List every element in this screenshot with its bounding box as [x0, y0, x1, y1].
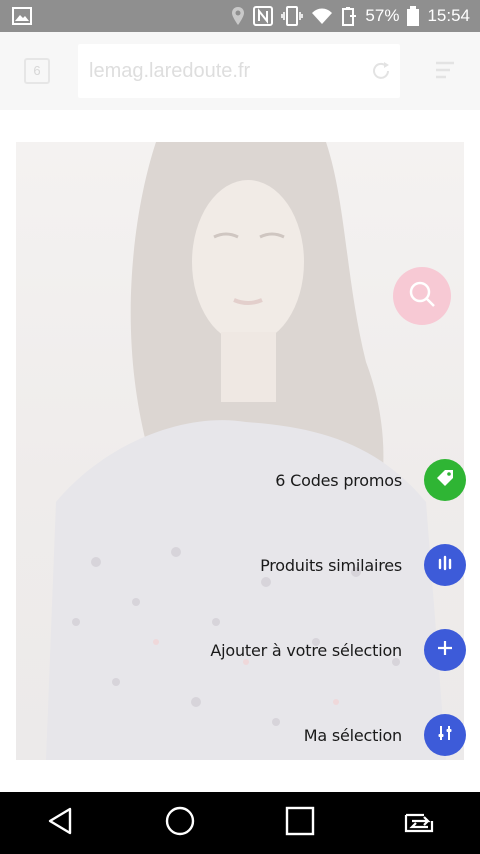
promo-codes-label: 6 Codes promos	[275, 470, 402, 490]
gallery-icon	[12, 7, 32, 25]
search-icon	[407, 279, 437, 314]
back-icon	[46, 806, 74, 841]
tag-icon	[435, 468, 455, 493]
my-selection-action[interactable]: Ma sélection	[304, 713, 466, 757]
switch-app-icon	[402, 807, 438, 840]
similar-products-action[interactable]: Produits similaires	[260, 543, 466, 587]
search-button[interactable]	[393, 267, 451, 325]
back-button[interactable]	[30, 798, 90, 848]
nfc-icon	[253, 6, 274, 26]
add-to-selection-action[interactable]: Ajouter à votre sélection	[210, 628, 466, 672]
browser-toolbar: 6 lemag.laredoute.fr	[0, 32, 480, 110]
bars-icon	[435, 553, 455, 578]
navigation-bar	[0, 792, 480, 854]
recents-button[interactable]	[270, 798, 330, 848]
recents-icon	[285, 806, 315, 841]
promo-codes-action[interactable]: 6 Codes promos	[275, 458, 466, 502]
vibrate-icon	[281, 6, 304, 26]
similar-products-button[interactable]	[424, 544, 466, 586]
promo-codes-button[interactable]	[424, 459, 466, 501]
page-content: 6 Codes promos Produits similaires Ajout…	[0, 110, 480, 792]
battery-saver-icon	[341, 6, 357, 26]
location-icon	[231, 6, 245, 26]
add-to-selection-label: Ajouter à votre sélection	[210, 640, 402, 660]
url-bar[interactable]: lemag.laredoute.fr	[78, 44, 400, 98]
tab-count-button[interactable]: 6	[24, 58, 50, 84]
similar-products-label: Produits similaires	[260, 555, 402, 575]
url-text: lemag.laredoute.fr	[89, 60, 251, 82]
switch-app-button[interactable]	[390, 798, 450, 848]
sliders-icon	[435, 723, 455, 748]
add-to-selection-button[interactable]	[424, 629, 466, 671]
my-selection-label: Ma sélection	[303, 725, 402, 745]
my-selection-button[interactable]	[424, 714, 466, 756]
wifi-icon	[311, 7, 333, 25]
menu-icon[interactable]	[434, 60, 456, 85]
battery-icon	[407, 6, 420, 26]
plus-icon	[435, 638, 455, 663]
home-button[interactable]	[150, 798, 210, 848]
home-icon	[164, 805, 196, 842]
clock: 15:54	[427, 6, 470, 25]
battery-percent: 57%	[365, 6, 400, 25]
status-bar: 57% 15:54	[0, 0, 480, 32]
reload-icon[interactable]	[370, 60, 392, 87]
